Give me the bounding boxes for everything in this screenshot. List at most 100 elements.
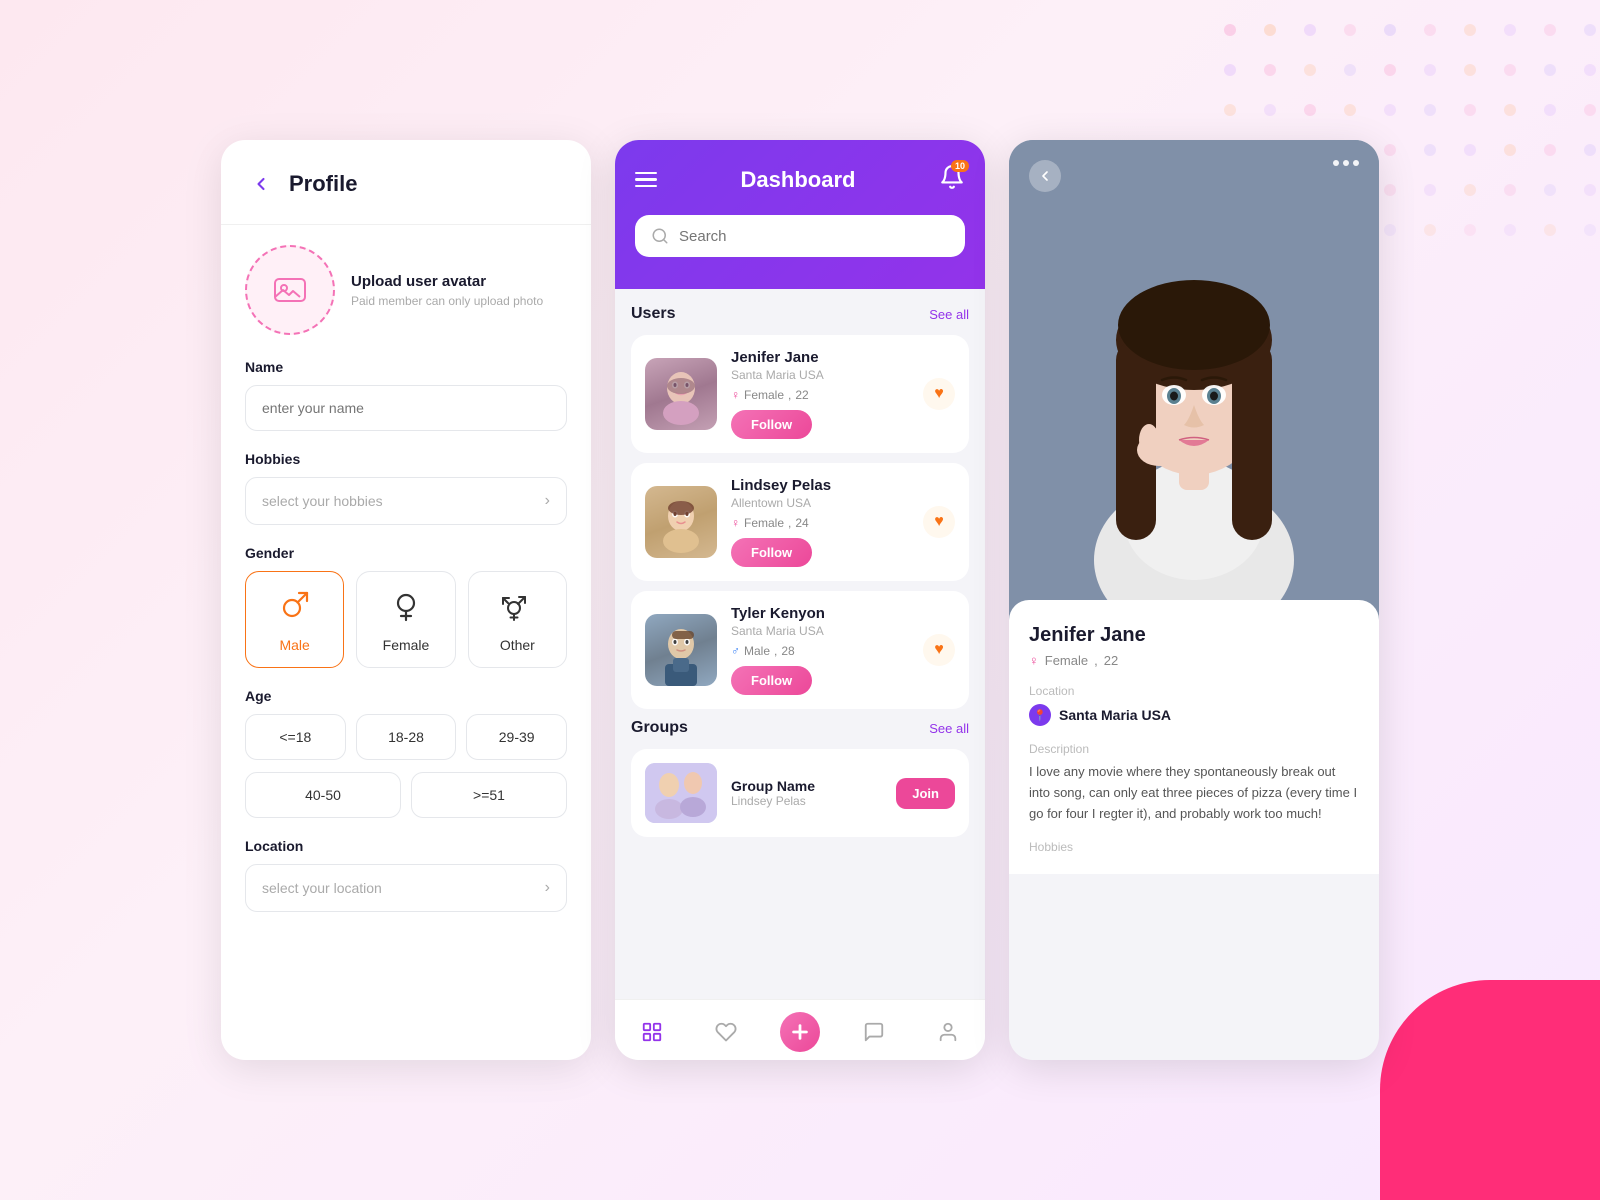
heart-lindsey-button[interactable]: ♥ xyxy=(923,506,955,538)
gender-other-btn[interactable]: Other xyxy=(468,571,567,668)
avatar-face-jenifer xyxy=(645,358,717,430)
location-select[interactable]: select your location › xyxy=(245,864,567,912)
user-location-lindsey: Allentown USA xyxy=(731,496,909,510)
nav-add-button[interactable] xyxy=(780,1012,820,1052)
hamburger-line-3 xyxy=(635,185,657,188)
user-info-tyler: Tyler Kenyon Santa Maria USA ♂ Male, 28 … xyxy=(731,605,909,695)
user-gender-age-jenifer: ♀ Female, 22 xyxy=(731,388,909,402)
avatar-section: Upload user avatar Paid member can only … xyxy=(245,245,567,335)
avatar-face-tyler xyxy=(645,614,717,686)
female-label: Female xyxy=(383,637,430,653)
user-nav-icon xyxy=(937,1021,959,1043)
age-gte51[interactable]: >=51 xyxy=(411,772,567,818)
hamburger-menu-button[interactable] xyxy=(635,172,657,188)
detail-photo xyxy=(1009,140,1379,620)
gender-options: Male Female xyxy=(245,571,567,668)
follow-jenifer-button[interactable]: Follow xyxy=(731,410,812,439)
hobbies-placeholder: select your hobbies xyxy=(262,493,383,509)
female-icon xyxy=(390,590,422,629)
user-name-lindsey: Lindsey Pelas xyxy=(731,477,909,494)
user-name-tyler: Tyler Kenyon xyxy=(731,605,909,622)
user-avatar-lindsey xyxy=(645,486,717,558)
other-icon xyxy=(501,590,533,629)
gender-female-btn[interactable]: Female xyxy=(356,571,455,668)
users-see-all-link[interactable]: See all xyxy=(929,307,969,322)
detail-user-name: Jenifer Jane xyxy=(1029,624,1359,647)
age-29-39[interactable]: 29-39 xyxy=(466,714,567,760)
dashboard-title: Dashboard xyxy=(741,167,856,193)
description-section-label: Description xyxy=(1029,742,1359,756)
follow-tyler-button[interactable]: Follow xyxy=(731,666,812,695)
notification-button[interactable]: 10 xyxy=(939,164,965,195)
more-dot-2 xyxy=(1343,160,1349,166)
avatar-image-jenifer xyxy=(645,358,717,430)
other-label: Other xyxy=(500,637,535,653)
gender-male-btn[interactable]: Male xyxy=(245,571,344,668)
dashboard-bottom-nav xyxy=(615,999,985,1060)
follow-lindsey-button[interactable]: Follow xyxy=(731,538,812,567)
detail-photo-svg xyxy=(1009,140,1379,620)
nav-profile-button[interactable] xyxy=(928,1012,968,1052)
heart-tyler-button[interactable]: ♥ xyxy=(923,634,955,666)
profile-header: Profile xyxy=(245,168,567,200)
group-name-1: Group Name xyxy=(731,778,882,794)
user-detail-panel: Jenifer Jane ♀ Female, 22 Location 📍 San… xyxy=(1009,140,1379,1060)
user-info-jenifer: Jenifer Jane Santa Maria USA ♀ Female, 2… xyxy=(731,349,909,439)
hobbies-section-label: Hobbies xyxy=(1029,840,1359,854)
nav-heart-button[interactable] xyxy=(706,1012,746,1052)
user-avatar-tyler xyxy=(645,614,717,686)
nav-grid-button[interactable] xyxy=(632,1012,672,1052)
heart-jenifer-button[interactable]: ♥ xyxy=(923,378,955,410)
group-sub-1: Lindsey Pelas xyxy=(731,794,882,808)
plus-icon xyxy=(789,1021,811,1043)
header-divider xyxy=(221,224,591,225)
join-group-button[interactable]: Join xyxy=(896,778,955,809)
age-options-row1: <=18 18-28 29-39 xyxy=(245,714,567,760)
avatar-upload-circle[interactable] xyxy=(245,245,335,335)
age-tyler: 28 xyxy=(781,644,794,658)
age-lte18[interactable]: <=18 xyxy=(245,714,346,760)
search-input[interactable] xyxy=(679,228,949,245)
avatar-image-lindsey xyxy=(645,486,717,558)
search-bar[interactable] xyxy=(635,215,965,257)
user-name-jenifer: Jenifer Jane xyxy=(731,349,909,366)
profile-back-button[interactable] xyxy=(245,168,277,200)
avatar-text: Upload user avatar Paid member can only … xyxy=(351,273,543,308)
more-dot-1 xyxy=(1333,160,1339,166)
group-card-1: Group Name Lindsey Pelas Join xyxy=(631,749,969,837)
pink-blob-decoration xyxy=(1380,980,1600,1200)
nav-chat-button[interactable] xyxy=(854,1012,894,1052)
male-label: Male xyxy=(279,637,309,653)
upload-sublabel: Paid member can only upload photo xyxy=(351,294,543,308)
hobbies-select[interactable]: select your hobbies › xyxy=(245,477,567,525)
age-18-28[interactable]: 18-28 xyxy=(356,714,457,760)
age-40-50[interactable]: 40-50 xyxy=(245,772,401,818)
dashboard-header: Dashboard 10 xyxy=(615,140,985,289)
groups-see-all-link[interactable]: See all xyxy=(929,721,969,736)
back-arrow-icon xyxy=(251,174,271,194)
male-icon xyxy=(279,590,311,629)
dashboard-content: Users See all xyxy=(615,289,985,999)
detail-description: I love any movie where they spontaneousl… xyxy=(1029,762,1359,824)
detail-image-section xyxy=(1009,140,1379,620)
age-jenifer: 22 xyxy=(795,388,808,402)
group-photo-1 xyxy=(645,763,717,823)
detail-gender-age: ♀ Female, 22 xyxy=(1029,653,1359,668)
name-label: Name xyxy=(245,359,567,375)
detail-more-button[interactable] xyxy=(1333,160,1359,166)
gender-symbol-lindsey: ♀ xyxy=(731,516,740,530)
chat-icon xyxy=(863,1021,885,1043)
user-info-lindsey: Lindsey Pelas Allentown USA ♀ Female, 24… xyxy=(731,477,909,567)
detail-back-button[interactable] xyxy=(1029,160,1061,192)
detail-gender: Female xyxy=(1045,653,1088,668)
groups-section-header: Groups See all xyxy=(631,719,969,737)
avatar-image-tyler xyxy=(645,614,717,686)
detail-location: 📍 Santa Maria USA xyxy=(1029,704,1359,726)
gender-symbol-jenifer: ♀ xyxy=(731,388,740,402)
profile-panel: Profile Upload user avatar Paid member c… xyxy=(221,140,591,1060)
gender-jenifer: Female xyxy=(744,388,784,402)
hobbies-chevron-icon: › xyxy=(545,492,550,510)
user-location-jenifer: Santa Maria USA xyxy=(731,368,909,382)
detail-gender-symbol: ♀ xyxy=(1029,653,1039,668)
name-input[interactable] xyxy=(245,385,567,431)
